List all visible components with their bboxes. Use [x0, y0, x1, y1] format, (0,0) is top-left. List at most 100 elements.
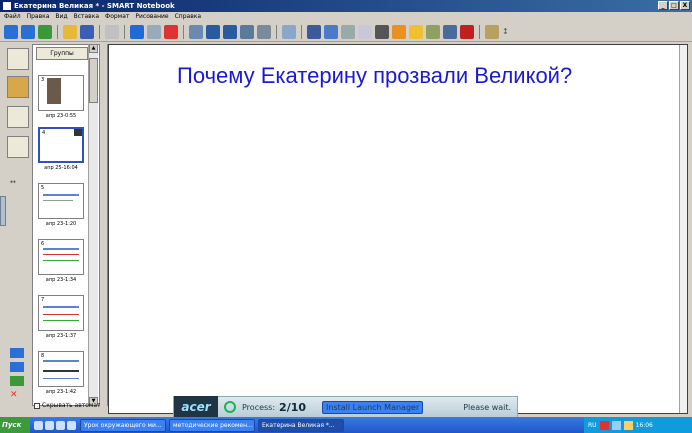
- shapes-icon[interactable]: [392, 24, 406, 39]
- next-page-icon[interactable]: [10, 362, 24, 372]
- media-icon[interactable]: [56, 420, 65, 430]
- acer-logo: acer: [174, 396, 218, 418]
- checkbox-box[interactable]: [34, 402, 40, 409]
- slide-canvas[interactable]: Почему Екатерину прозвали Великой?: [108, 44, 688, 414]
- taskbar-item[interactable]: Урок окружающего ми...: [80, 418, 166, 432]
- page-thumbnail-selected[interactable]: 4: [38, 127, 84, 163]
- table-icon[interactable]: [282, 24, 296, 39]
- thumbnail-label: апр 23-1:42: [45, 389, 77, 395]
- page-thumbnail[interactable]: 7: [38, 295, 84, 331]
- resize-arrows-icon[interactable]: ↔: [10, 178, 16, 186]
- page-sorter-tab[interactable]: [7, 48, 29, 70]
- collapse-handle[interactable]: [0, 196, 6, 226]
- gallery-tab[interactable]: [7, 76, 29, 98]
- thumbnail-label: апр 23-1:34: [45, 277, 77, 283]
- pen-icon[interactable]: [324, 24, 338, 39]
- fullscreen-icon[interactable]: [206, 24, 220, 39]
- thumbnail-line: [43, 254, 79, 255]
- menu-edit[interactable]: Правка: [27, 12, 50, 22]
- slide-title[interactable]: Почему Екатерину прозвали Великой?: [177, 63, 572, 89]
- maximize-button[interactable]: □: [669, 1, 679, 10]
- add-page-icon[interactable]: [38, 24, 52, 39]
- monitor-icon[interactable]: [223, 24, 237, 39]
- delete-icon[interactable]: [164, 24, 178, 39]
- thumbnail-label: апр 23-1:20: [45, 221, 77, 227]
- thumbnail-menu-icon[interactable]: [74, 129, 82, 136]
- eraser-icon[interactable]: [358, 24, 372, 39]
- properties-tab[interactable]: [7, 136, 29, 158]
- thumbnail-line: [43, 194, 79, 196]
- add-page-icon-side[interactable]: [10, 376, 24, 386]
- network-icon[interactable]: [611, 420, 621, 430]
- menu-view[interactable]: Вид: [55, 12, 67, 22]
- page-thumbnail[interactable]: 5: [38, 183, 84, 219]
- groups-button[interactable]: Группы: [36, 47, 88, 60]
- prev-page-icon[interactable]: [10, 348, 24, 358]
- screen-shade-icon[interactable]: [189, 24, 203, 39]
- undo-icon[interactable]: [130, 24, 144, 39]
- autohide-label: Скрывать автомат: [42, 402, 101, 409]
- toolbar-separator: [99, 24, 100, 39]
- page-thumbnail[interactable]: 3: [38, 75, 84, 111]
- autohide-checkbox[interactable]: Скрывать автомат: [34, 402, 101, 409]
- panel-divider[interactable]: [100, 44, 108, 406]
- toolbar-separator: [57, 24, 58, 39]
- spinner-icon: [224, 401, 236, 413]
- screen-capture-icon[interactable]: [240, 24, 254, 39]
- redo-icon[interactable]: [147, 24, 161, 39]
- thumbnail-number: 4: [42, 130, 46, 136]
- taskbar-item[interactable]: методические рекомен...: [169, 418, 255, 432]
- properties-icon[interactable]: [443, 24, 457, 39]
- select-arrow-icon[interactable]: [307, 24, 321, 39]
- open-folder-icon[interactable]: [63, 24, 77, 39]
- sorter-scrollbar[interactable]: ▲ ▼: [88, 44, 98, 406]
- fill-icon[interactable]: [409, 24, 423, 39]
- title-bar: Екатерина Великая * - SMART Notebook _ □…: [0, 0, 692, 12]
- line-icon[interactable]: [375, 24, 389, 39]
- toolbar-customize-icon[interactable]: [485, 24, 499, 39]
- menu-draw[interactable]: Рисование: [135, 12, 168, 22]
- window-controls: _ □ X: [658, 1, 690, 10]
- delete-page-icon[interactable]: ✕: [10, 390, 24, 400]
- paste-icon[interactable]: [105, 24, 119, 39]
- page-thumbnail[interactable]: 6: [38, 239, 84, 275]
- canvas-scrollbar[interactable]: [679, 45, 687, 413]
- scroll-up-icon[interactable]: ▲: [89, 44, 98, 53]
- document-camera-icon[interactable]: [257, 24, 271, 39]
- magic-pen-icon[interactable]: [426, 24, 440, 39]
- page-thumbnail[interactable]: 8: [38, 351, 84, 387]
- volume-icon[interactable]: [623, 420, 633, 430]
- forward-arrow-icon[interactable]: [21, 24, 35, 39]
- language-indicator[interactable]: RU: [588, 422, 597, 429]
- menu-file[interactable]: Файл: [4, 12, 21, 22]
- attachments-tab[interactable]: [7, 106, 29, 128]
- thumbnail-line: [43, 378, 79, 379]
- close-button[interactable]: X: [680, 1, 690, 10]
- thumbnail-number: 5: [41, 185, 45, 191]
- thumbnail-line: [43, 260, 79, 261]
- app-icon-quick[interactable]: [67, 420, 76, 430]
- app-icon: [2, 1, 12, 11]
- text-icon[interactable]: [460, 24, 474, 39]
- toolbar-move-icon[interactable]: ↕: [502, 27, 509, 36]
- menu-insert[interactable]: Вставка: [74, 12, 99, 22]
- thumbnail-line: [43, 370, 79, 372]
- desktop-icon[interactable]: [45, 420, 54, 430]
- thumbnail-number: 3: [41, 77, 45, 83]
- menu-format[interactable]: Формат: [105, 12, 129, 22]
- thumbnail-line: [43, 306, 79, 308]
- process-task: Install Launch Manager: [322, 400, 424, 414]
- smart-notebook-window: Екатерина Великая * - SMART Notebook _ □…: [0, 0, 692, 433]
- thumbnail-label: апр 25-16:04: [44, 165, 78, 171]
- save-icon[interactable]: [80, 24, 94, 39]
- scroll-thumb[interactable]: [89, 58, 98, 103]
- creative-pen-icon[interactable]: [341, 24, 355, 39]
- menu-help[interactable]: Справка: [175, 12, 201, 22]
- start-button[interactable]: Пуск: [0, 417, 30, 433]
- minimize-button[interactable]: _: [658, 1, 668, 10]
- thumbnail-number: 8: [41, 353, 45, 359]
- antivirus-icon[interactable]: [599, 420, 609, 430]
- back-arrow-icon[interactable]: [4, 24, 18, 39]
- taskbar-item-active[interactable]: Екатерина Великая *...: [258, 418, 344, 432]
- browser-icon[interactable]: [34, 420, 43, 430]
